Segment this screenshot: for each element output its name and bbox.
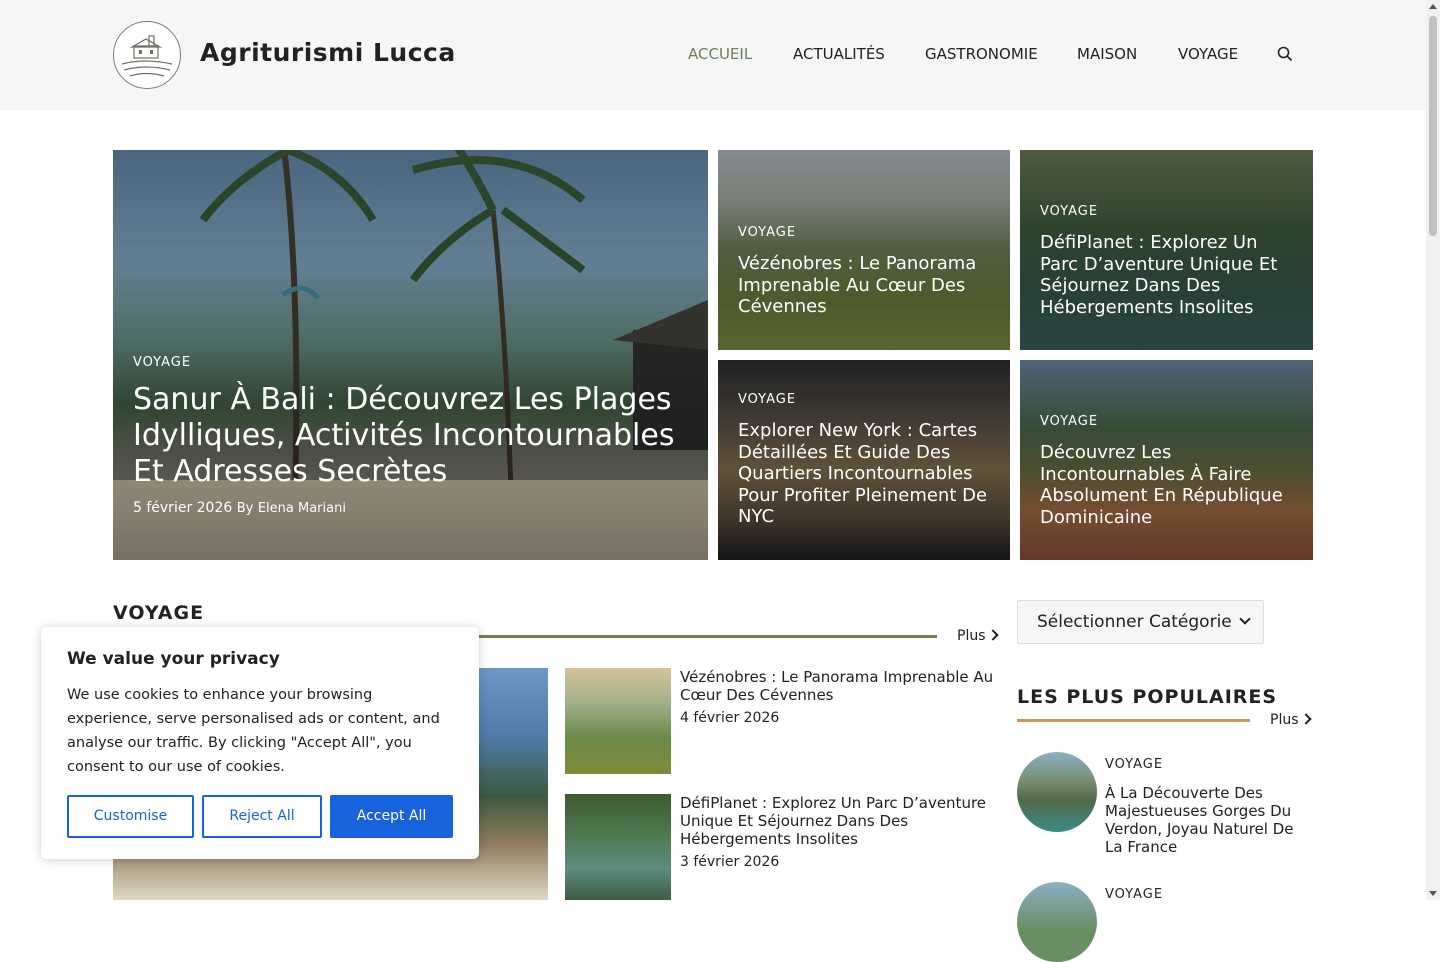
- popular-more-link[interactable]: Plus: [1270, 712, 1312, 728]
- post-author[interactable]: Elena Mariani: [258, 501, 346, 516]
- scroll-thumb[interactable]: [1429, 16, 1437, 236]
- accept-all-button[interactable]: Accept All: [330, 795, 453, 838]
- card-title[interactable]: DéfiPlanet : Explorez Un Parc D’aventure…: [1040, 232, 1293, 318]
- customise-button[interactable]: Customise: [67, 795, 194, 838]
- popular-divider: [1017, 719, 1250, 722]
- hero-card-new-york[interactable]: VOYAGE Explorer New York : Cartes Détail…: [718, 360, 1010, 560]
- card-category[interactable]: VOYAGE: [133, 355, 191, 370]
- hero-main-card[interactable]: VOYAGE Sanur À Bali : Découvrez Les Plag…: [113, 150, 708, 560]
- card-category[interactable]: VOYAGE: [738, 392, 796, 407]
- chevron-right-icon: [1299, 713, 1312, 725]
- popular-section-title: LES PLUS POPULAIRES: [1017, 686, 1278, 708]
- nav-item-maison[interactable]: MAISON: [1077, 45, 1137, 63]
- category-select-value: Sélectionner Catégorie: [1037, 612, 1232, 632]
- reject-all-button[interactable]: Reject All: [202, 795, 322, 838]
- voyage-more-link[interactable]: Plus: [957, 628, 999, 644]
- search-icon[interactable]: [1277, 46, 1293, 62]
- card-title[interactable]: Sanur À Bali : Découvrez Les Plages Idyl…: [133, 382, 688, 490]
- hero-card-vezenobres[interactable]: VOYAGE Vézénobres : Le Panorama Imprenab…: [718, 150, 1010, 350]
- card-overlay: [718, 150, 1010, 350]
- post-date: 4 février 2026: [680, 710, 780, 726]
- post-date: 5 février 2026: [133, 500, 233, 516]
- post-title[interactable]: DéfiPlanet : Explorez Un Parc D’aventure…: [680, 794, 998, 848]
- chevron-right-icon: [986, 629, 999, 641]
- site-title[interactable]: Agriturismi Lucca: [200, 38, 456, 67]
- more-label: Plus: [1270, 712, 1299, 728]
- card-title[interactable]: Vézénobres : Le Panorama Imprenable Au C…: [738, 253, 990, 318]
- hero-card-dominicaine[interactable]: VOYAGE Découvrez Les Incontournables À F…: [1020, 360, 1313, 560]
- page-scrollbar[interactable]: [1426, 0, 1440, 900]
- nav-item-gastronomie[interactable]: GASTRONOMIE: [925, 45, 1038, 63]
- post-date: 3 février 2026: [680, 854, 780, 870]
- scroll-down-arrow-icon[interactable]: [1429, 891, 1437, 896]
- popular-post-thumbnail[interactable]: [1017, 752, 1097, 832]
- card-category[interactable]: VOYAGE: [738, 225, 796, 240]
- popular-post-title[interactable]: À La Découverte Des Majestueuses Gorges …: [1105, 784, 1310, 856]
- chevron-down-icon: [1239, 613, 1251, 625]
- cookie-consent-banner: We value your privacy We use cookies to …: [41, 627, 479, 859]
- post-thumbnail[interactable]: [565, 668, 671, 774]
- cookie-title: We value your privacy: [67, 649, 280, 669]
- nav-item-accueil[interactable]: ACCUEIL: [688, 45, 752, 63]
- nav-item-actualites[interactable]: ACTUALITÉS: [793, 45, 885, 63]
- scroll-up-arrow-icon[interactable]: [1429, 4, 1437, 9]
- hero-card-defiplanet[interactable]: VOYAGE DéfiPlanet : Explorez Un Parc D’a…: [1020, 150, 1313, 350]
- category-select[interactable]: Sélectionner Catégorie: [1017, 600, 1264, 644]
- card-title[interactable]: Découvrez Les Incontournables À Faire Ab…: [1040, 442, 1293, 528]
- post-author-prefix: By: [236, 501, 254, 516]
- site-header: Agriturismi Lucca ACCUEIL ACTUALITÉS GAS…: [0, 0, 1426, 110]
- popular-post-category[interactable]: VOYAGE: [1105, 757, 1163, 772]
- farmhouse-logo-icon: [121, 35, 173, 77]
- nav-item-voyage[interactable]: VOYAGE: [1178, 45, 1238, 63]
- cookie-description: We use cookies to enhance your browsing …: [67, 687, 440, 775]
- post-thumbnail[interactable]: [565, 794, 671, 900]
- post-title[interactable]: Vézénobres : Le Panorama Imprenable Au C…: [680, 668, 998, 704]
- card-category[interactable]: VOYAGE: [1040, 414, 1098, 429]
- card-overlay: [113, 150, 708, 560]
- section-title-voyage: VOYAGE: [113, 602, 205, 624]
- site-logo[interactable]: [113, 21, 181, 89]
- card-meta: 5 février 2026 By Elena Mariani: [133, 500, 346, 516]
- popular-post-thumbnail[interactable]: [1017, 882, 1097, 962]
- more-label: Plus: [957, 628, 986, 644]
- card-category[interactable]: VOYAGE: [1040, 204, 1098, 219]
- card-title[interactable]: Explorer New York : Cartes Détaillées Et…: [738, 420, 990, 528]
